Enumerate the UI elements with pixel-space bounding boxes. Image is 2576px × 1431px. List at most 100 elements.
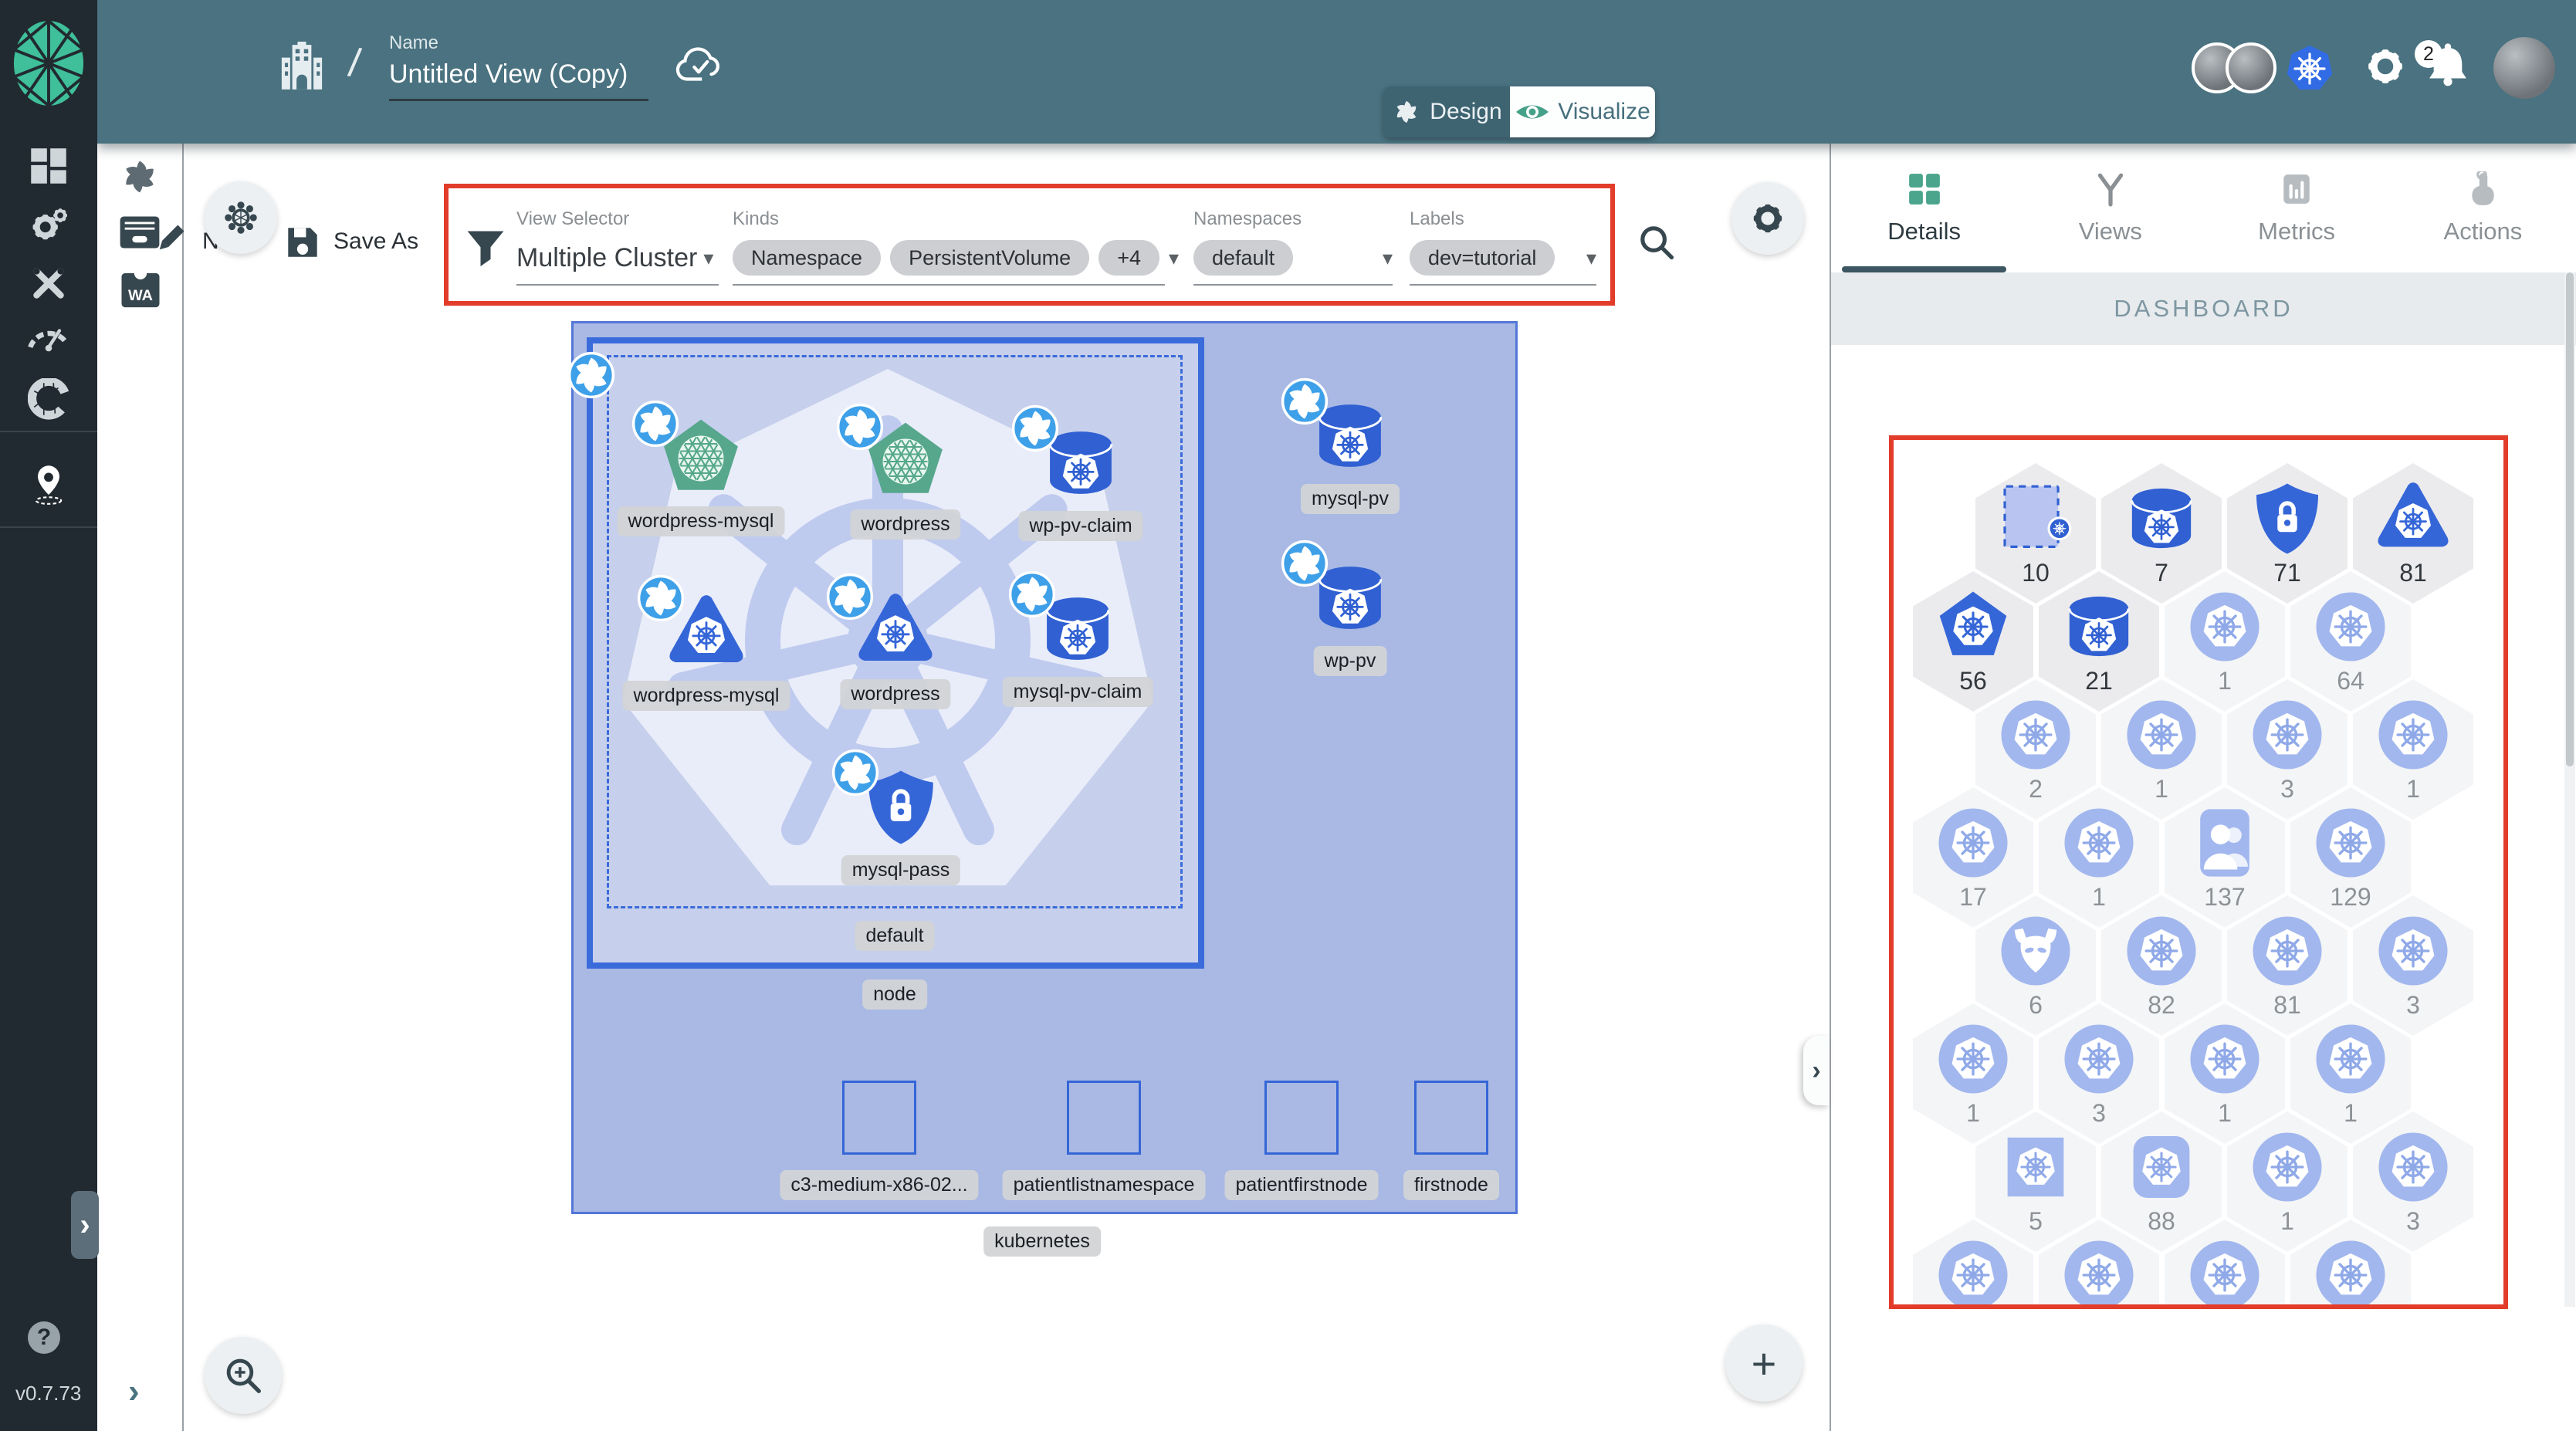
crd-icon <box>2253 700 2322 770</box>
tab-views[interactable]: Views <box>2017 144 2203 272</box>
hex-count: 82 <box>2148 991 2175 1019</box>
daemon-icon <box>2001 916 2070 986</box>
hex-cell-crd[interactable]: 3 <box>2353 895 2473 1036</box>
chevron-down-icon[interactable]: ▾ <box>1586 246 1596 270</box>
kind-chip[interactable]: PersistentVolume <box>890 240 1090 276</box>
namespaces-field[interactable]: Namespaces default ▾ <box>1193 208 1393 286</box>
hex-cell-crd[interactable]: 1 <box>1913 1003 2033 1144</box>
hex-cell-crd[interactable]: 82 <box>2101 895 2222 1036</box>
sidebar-item-extensions[interactable] <box>0 370 97 428</box>
kind-chip[interactable]: +4 <box>1098 240 1159 276</box>
chevron-down-icon[interactable]: ▾ <box>1383 246 1393 270</box>
hex-cell-volume[interactable]: 7 <box>2101 463 2222 604</box>
collaborator-avatar[interactable] <box>2226 42 2276 93</box>
canvas-node-pvc[interactable] <box>1011 404 1125 507</box>
canvas-node-service[interactable] <box>836 403 949 506</box>
search-icon[interactable] <box>1637 222 1677 262</box>
panel-tabs: Details Views Metrics Actions <box>1831 144 2576 272</box>
hex-count: 3 <box>2406 991 2420 1019</box>
meshery-badge-icon <box>631 399 680 448</box>
hex-cell-daemon[interactable]: 6 <box>1975 895 2096 1036</box>
hex-cell-crd[interactable]: 1 <box>2101 679 2222 820</box>
hex-cell-roundsquare[interactable]: 88 <box>2101 1111 2222 1252</box>
hex-cell-crd[interactable]: 3 <box>2039 1003 2159 1144</box>
host-node[interactable] <box>842 1081 916 1155</box>
user-avatar[interactable] <box>2493 37 2555 99</box>
kubernetes-context-icon[interactable] <box>2284 43 2335 94</box>
meshery-spiral-tool-icon[interactable] <box>117 154 162 199</box>
labels-field[interactable]: Labels dev=tutorial ▾ <box>1410 208 1596 286</box>
view-selector-value[interactable]: Multiple Cluster <box>516 243 697 273</box>
help-button[interactable]: ? <box>28 1321 60 1354</box>
hex-cell-crd[interactable]: 1 <box>2290 1003 2411 1144</box>
canvas-node-pvc[interactable] <box>1281 540 1394 642</box>
node-label-chip: mysql-pv <box>1300 484 1400 514</box>
view-name-input[interactable] <box>389 56 644 93</box>
hex-cell-pentagon[interactable]: 56 <box>1913 571 2033 712</box>
hex-cell-deployment[interactable]: 81 <box>2353 463 2473 604</box>
hex-cell-crd[interactable]: 3 <box>2353 1111 2473 1252</box>
hex-cell-volume[interactable]: 21 <box>2039 571 2159 712</box>
sidebar-expand-button[interactable]: › <box>71 1191 99 1259</box>
chevron-down-icon[interactable]: ▾ <box>1169 246 1179 270</box>
canvas-node-deployment[interactable] <box>826 573 939 675</box>
kinds-field[interactable]: Kinds Namespace PersistentVolume +4 ▾ <box>733 208 1179 286</box>
sidebar-item-settings[interactable] <box>0 197 97 254</box>
sidebar-divider <box>0 526 97 528</box>
hex-cell-square[interactable]: 5 <box>1975 1111 2096 1252</box>
hex-cell-crd[interactable]: 129 <box>2290 787 2411 928</box>
sidebar-item-toolbox[interactable] <box>0 255 97 312</box>
canvas-node-service[interactable] <box>631 400 745 502</box>
tab-details[interactable]: Details <box>1831 144 2017 272</box>
hex-cell-crd[interactable]: 1 <box>2353 679 2473 820</box>
canvas-node-deployment[interactable] <box>637 574 750 677</box>
panel-scrollbar-thumb[interactable] <box>2566 272 2574 766</box>
namespace-icon <box>2003 485 2072 548</box>
add-node-button[interactable]: + <box>1725 1324 1803 1402</box>
sidebar-item-location[interactable] <box>0 455 97 513</box>
namespace-chip[interactable]: default <box>1193 240 1294 276</box>
tab-actions[interactable]: Actions <box>2390 144 2576 272</box>
hex-cell-crd[interactable]: 3 <box>2227 679 2348 820</box>
hex-cell-crd[interactable]: 1 <box>2165 1003 2285 1144</box>
hex-cell-crd[interactable]: 1 <box>2165 571 2285 712</box>
meshery-logo-icon[interactable] <box>11 17 86 110</box>
sidebar-item-dashboard[interactable] <box>0 137 97 195</box>
zoom-in-button[interactable] <box>205 1337 282 1414</box>
kind-chip[interactable]: Namespace <box>733 240 882 276</box>
view-selector-field[interactable]: View Selector Multiple Cluster ▾ <box>516 208 719 286</box>
label-chip[interactable]: dev=tutorial <box>1410 240 1555 276</box>
host-node[interactable] <box>1264 1081 1339 1155</box>
crd-icon <box>2253 916 2322 986</box>
host-node[interactable] <box>1067 1081 1141 1155</box>
node-tool-button[interactable] <box>205 181 277 254</box>
hex-cell-crd[interactable]: 1 <box>2039 787 2159 928</box>
save-as-button[interactable]: Save As <box>333 228 418 255</box>
collapse-chevron[interactable]: › <box>128 1372 140 1411</box>
pencil-icon[interactable] <box>151 222 187 258</box>
node-label-chip: wordpress-mysql <box>622 681 790 711</box>
chevron-down-icon[interactable]: ▾ <box>703 246 713 270</box>
hex-cell-crd[interactable]: 64 <box>2290 571 2411 712</box>
tab-design[interactable]: Design <box>1383 86 1510 137</box>
canvas-node-pvc[interactable] <box>1281 377 1394 480</box>
hex-cell-crd[interactable]: 17 <box>1913 787 2033 928</box>
tab-visualize[interactable]: Visualize <box>1510 86 1655 137</box>
sidebar-item-performance[interactable] <box>0 309 97 366</box>
hex-cell-crd[interactable]: 1 <box>2227 1111 2348 1252</box>
wasm-icon[interactable]: WA <box>119 269 162 312</box>
hex-cell-crd[interactable]: 81 <box>2227 895 2348 1036</box>
hex-cell-namespace[interactable]: 10 <box>1975 463 2096 604</box>
canvas-node-pvc[interactable] <box>1008 570 1122 673</box>
gear-icon[interactable] <box>2362 43 2408 90</box>
hex-cell-secret[interactable]: 71 <box>2227 463 2348 604</box>
canvas-settings-button[interactable] <box>1731 182 1804 255</box>
funnel-icon[interactable] <box>465 225 506 267</box>
hex-cell-crd[interactable]: 2 <box>1975 679 2096 820</box>
tab-metrics[interactable]: Metrics <box>2204 144 2390 272</box>
panel-flap-chevron[interactable]: › <box>1803 1036 1830 1105</box>
save-icon[interactable] <box>286 225 320 259</box>
host-node[interactable] <box>1414 1081 1488 1155</box>
canvas-node-secret[interactable] <box>831 749 945 851</box>
hex-cell-user[interactable]: 137 <box>2165 787 2285 928</box>
